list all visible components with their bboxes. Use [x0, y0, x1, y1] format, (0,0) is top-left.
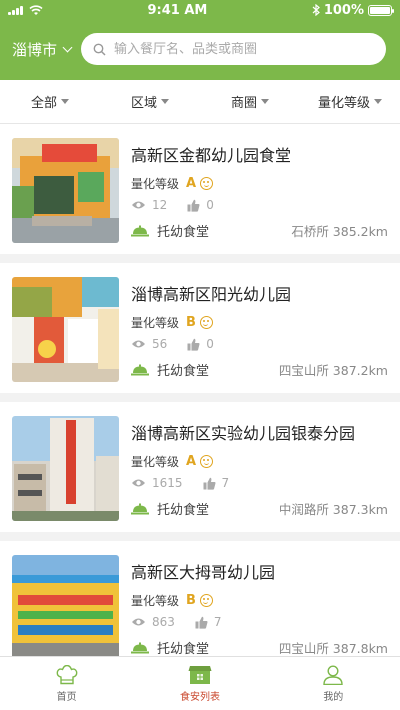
filter-bar: 全部 区域 商圈 量化等级 — [0, 80, 400, 124]
tab-label: 首页 — [56, 691, 77, 703]
thumbs-up-icon — [195, 616, 208, 629]
grade-label: 量化等级 — [131, 594, 180, 608]
tab-home[interactable]: 首页 — [0, 657, 133, 710]
smile-face-icon — [199, 594, 213, 607]
signal-icon — [8, 5, 23, 15]
restaurant-name: 淄博高新区实验幼儿园银泰分园 — [131, 424, 356, 441]
tab-food-safety-list[interactable]: 食安列表 — [133, 657, 266, 710]
restaurant-photo — [12, 555, 119, 656]
filter-region[interactable]: 区域 — [100, 92, 200, 111]
view-count: 12 — [152, 198, 168, 212]
filter-all[interactable]: 全部 — [0, 92, 100, 111]
grade-label: 量化等级 — [131, 316, 180, 330]
eye-icon — [132, 340, 145, 348]
location-distance: 中润路所 387.3km — [278, 502, 388, 517]
user-icon — [323, 664, 344, 685]
smile-face-icon — [199, 316, 213, 329]
tab-label: 我的 — [323, 691, 344, 703]
tab-label: 食安列表 — [179, 691, 220, 703]
view-count: 56 — [152, 337, 168, 351]
caret-down-icon — [374, 99, 382, 104]
tab-bar: 首页 食安列表 我的 — [0, 656, 400, 710]
chevron-down-icon — [62, 42, 73, 52]
filter-label: 量化等级 — [317, 96, 370, 111]
smile-face-icon — [200, 177, 214, 190]
filter-label: 商圈 — [230, 96, 257, 111]
smile-face-icon — [200, 455, 214, 468]
list-item[interactable]: 高新区金都幼儿园食堂 量化等级 A 12 0 托幼食堂 石桥所 385.2km — [0, 124, 400, 254]
like-count: 0 — [206, 337, 214, 351]
bluetooth-icon — [312, 4, 320, 16]
restaurant-name: 高新区金都幼儿园食堂 — [131, 146, 292, 163]
battery-percent: 100% — [323, 2, 364, 18]
caret-down-icon — [161, 99, 169, 104]
caret-down-icon — [61, 99, 69, 104]
location-distance: 四宝山所 387.8km — [278, 641, 388, 656]
thumbs-up-icon — [187, 338, 200, 351]
eye-icon — [132, 618, 145, 626]
filter-business-district[interactable]: 商圈 — [200, 92, 300, 111]
caret-down-icon — [261, 99, 269, 104]
eye-icon — [132, 201, 145, 209]
city-selector[interactable]: 淄博市 — [12, 39, 73, 60]
grade-value: B — [186, 315, 196, 330]
filter-grade[interactable]: 量化等级 — [300, 92, 400, 111]
restaurant-photo — [12, 416, 119, 521]
search-input[interactable] — [114, 41, 374, 57]
view-count: 863 — [152, 615, 175, 629]
grade-label: 量化等级 — [131, 455, 180, 469]
cloche-icon — [131, 225, 149, 236]
chef-hat-icon — [56, 664, 78, 684]
restaurant-type: 托幼食堂 — [157, 225, 210, 240]
restaurant-name: 高新区大拇哥幼儿园 — [131, 563, 276, 580]
thumbs-up-icon — [187, 199, 200, 212]
wifi-icon — [29, 4, 43, 15]
restaurant-name: 淄博高新区阳光幼儿园 — [131, 285, 292, 302]
location-distance: 四宝山所 387.2km — [278, 363, 388, 378]
restaurant-type: 托幼食堂 — [157, 642, 210, 656]
restaurant-type: 托幼食堂 — [157, 503, 210, 518]
cloche-icon — [131, 503, 149, 514]
restaurant-photo — [12, 138, 119, 243]
restaurant-photo — [12, 277, 119, 382]
grade-value: A — [186, 454, 197, 469]
location-distance: 石桥所 385.2km — [291, 224, 388, 239]
like-count: 7 — [221, 476, 230, 490]
city-label: 淄博市 — [12, 40, 58, 59]
search-icon — [93, 43, 106, 56]
grade-value: A — [186, 176, 197, 191]
status-bar: 9:41 AM 100% — [0, 0, 400, 20]
header: 9:41 AM 100% 淄博市 — [0, 0, 400, 80]
tab-profile[interactable]: 我的 — [267, 657, 400, 710]
cloche-icon — [131, 364, 149, 375]
filter-label: 区域 — [130, 96, 157, 111]
battery-level — [370, 6, 390, 14]
filter-label: 全部 — [30, 96, 57, 111]
cloche-icon — [131, 642, 149, 653]
list-item[interactable]: 淄博高新区实验幼儿园银泰分园 量化等级 A 1615 7 托幼食堂 中润路所 3… — [0, 402, 400, 532]
thumbs-up-icon — [203, 477, 216, 490]
like-count: 7 — [213, 615, 222, 629]
like-count: 0 — [206, 198, 214, 212]
view-count: 1615 — [152, 476, 183, 490]
restaurant-type: 托幼食堂 — [157, 364, 210, 379]
search-box[interactable] — [81, 33, 386, 65]
list-item[interactable]: 淄博高新区阳光幼儿园 量化等级 B 56 0 托幼食堂 四宝山所 387.2km — [0, 263, 400, 393]
restaurant-list: 高新区金都幼儿园食堂 量化等级 A 12 0 托幼食堂 石桥所 385.2km … — [0, 124, 400, 656]
storefront-icon — [188, 665, 212, 684]
grade-value: B — [186, 593, 196, 608]
grade-label: 量化等级 — [131, 177, 180, 191]
eye-icon — [132, 479, 145, 487]
status-time: 9:41 AM — [147, 2, 208, 18]
list-item[interactable]: 高新区大拇哥幼儿园 量化等级 B 863 7 托幼食堂 四宝山所 387.8km — [0, 541, 400, 656]
battery-icon — [368, 4, 394, 16]
